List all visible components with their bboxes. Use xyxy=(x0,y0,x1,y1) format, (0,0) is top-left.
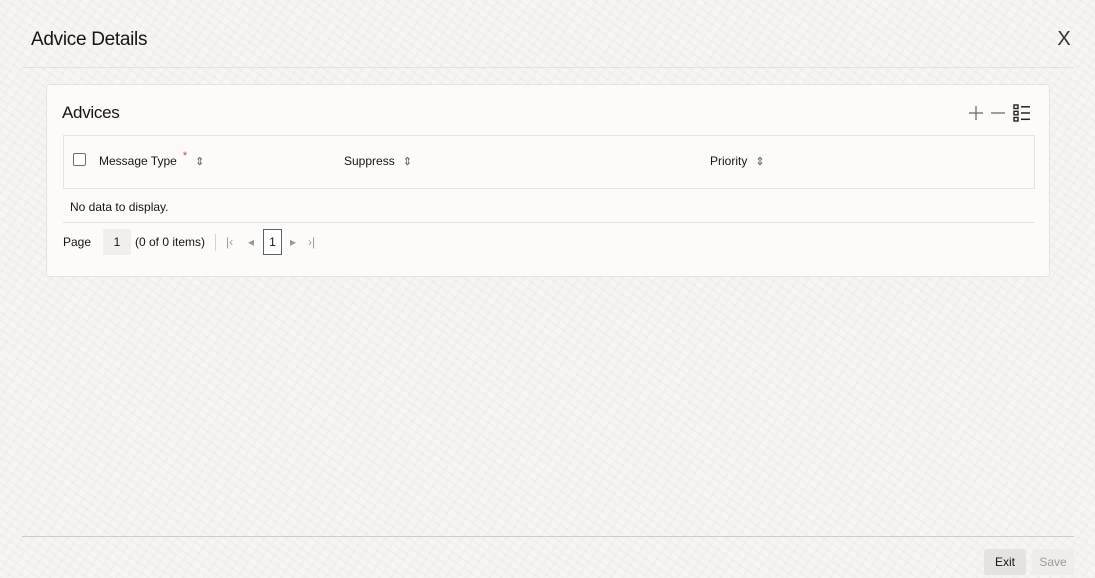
advices-panel: Advices Message Type * ⇕ Suppress ⇕ Priorit… xyxy=(46,84,1050,277)
page-label: Page xyxy=(63,235,92,249)
header-divider xyxy=(22,67,1074,68)
exit-button[interactable]: Exit xyxy=(984,549,1026,575)
single-record-view-icon[interactable] xyxy=(1012,102,1032,124)
pagination: Page (0 of 0 items) |‹ ◂ 1 ▸ ›| xyxy=(63,229,463,255)
column-label-priority: Priority xyxy=(710,154,748,168)
delete-row-icon[interactable] xyxy=(989,102,1007,124)
next-page-icon[interactable]: ▸ xyxy=(290,229,296,255)
footer-divider xyxy=(22,536,1074,537)
column-label-suppress: Suppress xyxy=(344,154,395,168)
pager-divider xyxy=(215,234,216,251)
select-all-checkbox[interactable] xyxy=(73,153,86,166)
items-count: (0 of 0 items) xyxy=(135,235,206,249)
empty-message: No data to display. xyxy=(70,200,169,214)
required-indicator: * xyxy=(182,150,188,162)
advices-title: Advices xyxy=(62,103,120,122)
column-header-suppress[interactable]: Suppress ⇕ xyxy=(344,154,412,168)
previous-page-icon[interactable]: ◂ xyxy=(248,229,254,255)
first-page-icon[interactable]: |‹ xyxy=(226,229,233,255)
sort-icon[interactable]: ⇕ xyxy=(403,156,412,168)
advices-grid: Message Type * ⇕ Suppress ⇕ Priority ⇕ xyxy=(63,135,1035,189)
sort-icon[interactable]: ⇕ xyxy=(755,156,764,168)
grid-header-row: Message Type * ⇕ Suppress ⇕ Priority ⇕ xyxy=(64,136,1034,189)
column-header-message-type[interactable]: Message Type * ⇕ xyxy=(99,150,204,168)
sort-icon[interactable]: ⇕ xyxy=(195,156,204,168)
add-row-icon[interactable] xyxy=(967,102,985,124)
dialog-title: Advice Details xyxy=(31,29,148,50)
current-page-button[interactable]: 1 xyxy=(263,229,282,255)
save-button[interactable]: Save xyxy=(1032,549,1074,575)
column-label-message-type: Message Type xyxy=(99,154,177,168)
column-header-priority[interactable]: Priority ⇕ xyxy=(710,154,765,168)
page-number-input[interactable] xyxy=(103,229,131,255)
empty-row: No data to display. xyxy=(63,193,1035,223)
close-icon[interactable]: X xyxy=(1054,28,1074,50)
last-page-icon[interactable]: ›| xyxy=(308,229,315,255)
